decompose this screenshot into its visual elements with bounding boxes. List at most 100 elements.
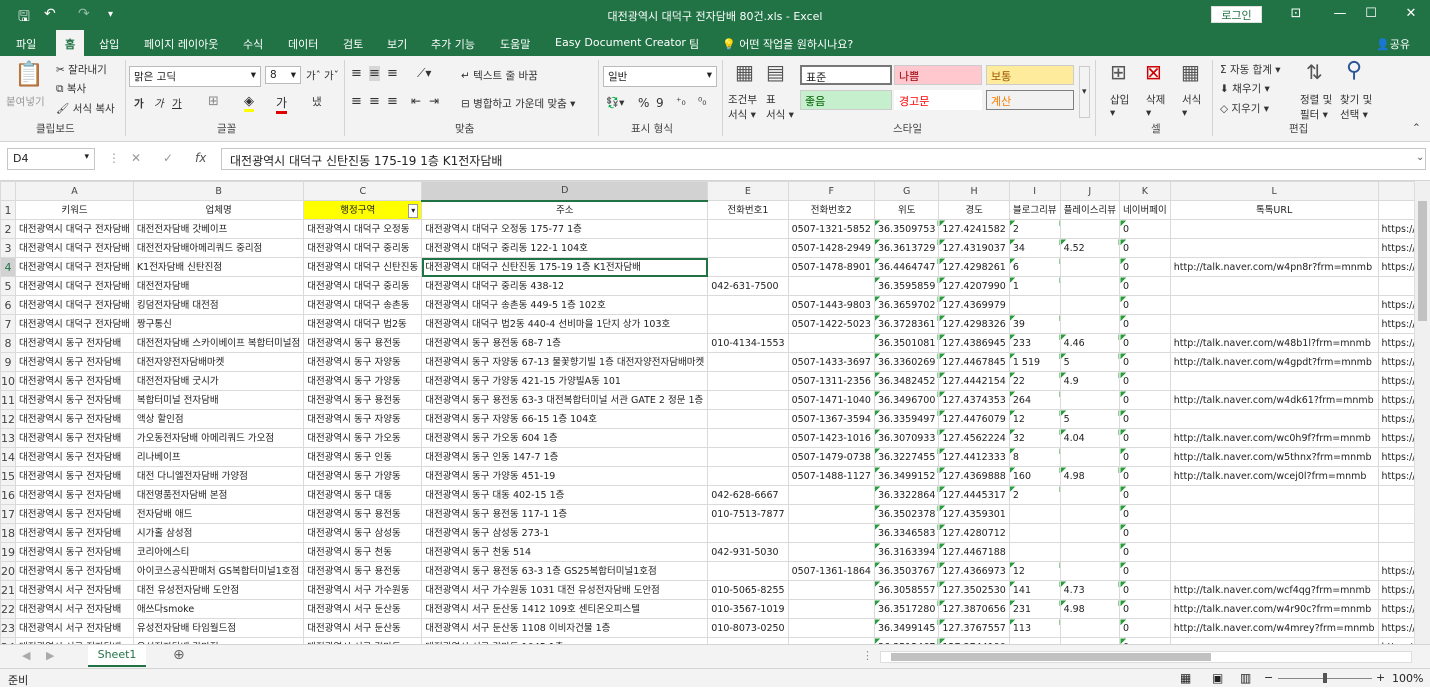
cell[interactable] [1060, 296, 1119, 315]
cell[interactable]: 대전광역시 동구 대동 402-15 1층 [422, 486, 708, 505]
cell[interactable] [1009, 524, 1060, 543]
cell[interactable]: 0 [1120, 296, 1171, 315]
cell[interactable] [788, 543, 874, 562]
header-cell[interactable]: 주소 [422, 201, 708, 220]
cell[interactable]: 127.3870656 [939, 600, 1009, 619]
cell[interactable] [708, 258, 788, 277]
cell[interactable] [788, 581, 874, 600]
cell[interactable]: 대전광역시 대덕구 법2동 440-4 선비마을 1단지 상가 103호 [422, 315, 708, 334]
cell[interactable]: 36.3499152 [874, 467, 938, 486]
active-cell[interactable]: 대전광역시 대덕구 신탄진동 175-19 1층 K1전자담배 [422, 258, 708, 277]
cell[interactable]: K1전자담배 신탄진점 [133, 258, 303, 277]
cell[interactable]: 0 [1120, 334, 1171, 353]
cell[interactable]: 대전광역시 대덕구 중리동 [304, 239, 422, 258]
format-painter-button[interactable]: 🖌 서식 복사 [56, 101, 115, 116]
cell[interactable] [1060, 505, 1119, 524]
find-select-button[interactable]: 찾기 및선택 ▾ [1340, 92, 1372, 122]
comma-icon[interactable]: 9 [656, 96, 664, 110]
insert-cells-icon[interactable]: ⊞ [1110, 60, 1127, 84]
header-cell[interactable]: 업체명 [133, 201, 303, 220]
row-header[interactable]: 20 [1, 562, 16, 581]
cell[interactable] [708, 562, 788, 581]
cell[interactable]: 대전광역시 서구 둔산동 1412 109호 센티온오피스텔 [422, 600, 708, 619]
bold-icon[interactable]: 가 [134, 96, 144, 111]
cell[interactable] [788, 524, 874, 543]
header-cell[interactable]: 네이버페이 [1120, 201, 1171, 220]
cell[interactable] [708, 391, 788, 410]
cell[interactable] [708, 296, 788, 315]
cell[interactable]: 대전광역시 동구 전자담배 [16, 467, 134, 486]
cell[interactable]: 대전광역시 대덕구 송촌동 449-5 1층 102호 [422, 296, 708, 315]
cell[interactable]: 4.46 [1060, 334, 1119, 353]
vertical-scrollbar[interactable] [1414, 181, 1430, 644]
cell-table[interactable]: A B C D E F G H I J K L 1 키워드 업체명 행정구역▾ … [0, 181, 1430, 644]
cell[interactable]: 0507-1488-1127 [788, 467, 874, 486]
collapse-ribbon-icon[interactable]: ⌃ [1412, 122, 1421, 134]
copy-button[interactable]: ⧉ 복사 [56, 81, 86, 96]
format-cells-icon[interactable]: ▦ [1181, 60, 1200, 84]
cell[interactable]: 대전광역시 서구 둔산동 1108 이비자건물 1층 [422, 619, 708, 638]
row-header[interactable]: 19 [1, 543, 16, 562]
row-header[interactable]: 17 [1, 505, 16, 524]
align-right-icon[interactable]: ≡ [387, 94, 398, 109]
cell[interactable] [1170, 543, 1378, 562]
phonetic-icon[interactable]: 냈 [312, 94, 322, 109]
select-all-corner[interactable] [1, 182, 16, 201]
paste-label[interactable]: 붙여넣기 [6, 94, 45, 109]
cell[interactable]: 대전광역시 동구 전자담배 [16, 410, 134, 429]
cell[interactable]: 36.3501081 [874, 334, 938, 353]
cell[interactable] [1060, 524, 1119, 543]
cell[interactable]: 대전광역시 동구 대동 [304, 486, 422, 505]
style-neutral[interactable]: 보통 [986, 65, 1074, 85]
cell[interactable]: 0507-1479-0738 [788, 448, 874, 467]
cell[interactable]: 대전광역시 동구 용전동 117-1 1층 [422, 505, 708, 524]
cell[interactable]: 0 [1120, 220, 1171, 239]
row-header[interactable]: 4 [1, 258, 16, 277]
cell[interactable]: 0 [1120, 239, 1171, 258]
cell[interactable] [1170, 505, 1378, 524]
cell[interactable]: 36.3496700 [874, 391, 938, 410]
cell[interactable]: 0507-1321-5852 [788, 220, 874, 239]
cell[interactable]: 8 [1009, 448, 1060, 467]
cell[interactable]: 액상 할인점 [133, 410, 303, 429]
cell[interactable]: 4.98 [1060, 600, 1119, 619]
cell[interactable]: 대전자양전자담배마켓 [133, 353, 303, 372]
cell[interactable] [788, 277, 874, 296]
cell[interactable]: 대전광역시 서구 가수원동 [304, 581, 422, 600]
header-cell[interactable]: 위도 [874, 201, 938, 220]
orientation-icon[interactable]: ⟋▾ [417, 66, 431, 81]
zoom-in-button[interactable]: + [1376, 671, 1385, 684]
cell[interactable] [788, 619, 874, 638]
cell[interactable]: 042-931-5030 [708, 543, 788, 562]
cell[interactable]: 0 [1120, 467, 1171, 486]
cell[interactable]: 대전광역시 동구 인동 [304, 448, 422, 467]
tab-easy-document-creator[interactable]: Easy Document Creator [555, 36, 686, 49]
cell[interactable]: 113 [1009, 619, 1060, 638]
cell[interactable]: 36.3503767 [874, 562, 938, 581]
header-cell[interactable]: 전화번호1 [708, 201, 788, 220]
cell[interactable]: 4.04 [1060, 429, 1119, 448]
cell[interactable]: 대전광역시 서구 전자담배 [16, 600, 134, 619]
row-header[interactable]: 23 [1, 619, 16, 638]
cell[interactable] [1170, 372, 1378, 391]
shrink-font-icon[interactable]: 가ˇ [324, 68, 339, 83]
row-header[interactable]: 15 [1, 467, 16, 486]
cell[interactable] [708, 448, 788, 467]
cell[interactable] [1009, 296, 1060, 315]
align-bottom-icon[interactable]: ≡ [387, 66, 398, 81]
cell[interactable]: 5 [1060, 410, 1119, 429]
tab-page-layout[interactable]: 페이지 레이아웃 [144, 36, 218, 52]
cell[interactable]: 22 [1009, 372, 1060, 391]
cell[interactable]: 0 [1120, 524, 1171, 543]
cell[interactable]: 대전광역시 동구 자양동 67-13 물꽃향기빌 1층 대전자양전자담배마켓 [422, 353, 708, 372]
paste-icon[interactable]: 📋 [14, 60, 44, 88]
cell[interactable]: 대전광역시 동구 전자담배 [16, 505, 134, 524]
cell[interactable] [1060, 315, 1119, 334]
cell[interactable]: 36.3482452 [874, 372, 938, 391]
cell[interactable]: http://talk.naver.com/w4r90c?frm=mnmb [1170, 600, 1378, 619]
font-name-select[interactable]: 맑은 고딕▾ [129, 66, 261, 87]
cell[interactable]: 36.4464747 [874, 258, 938, 277]
tab-team[interactable]: 팀 [689, 36, 699, 52]
italic-icon[interactable]: 가 [154, 96, 164, 111]
cell[interactable]: 대전광역시 동구 천동 514 [422, 543, 708, 562]
